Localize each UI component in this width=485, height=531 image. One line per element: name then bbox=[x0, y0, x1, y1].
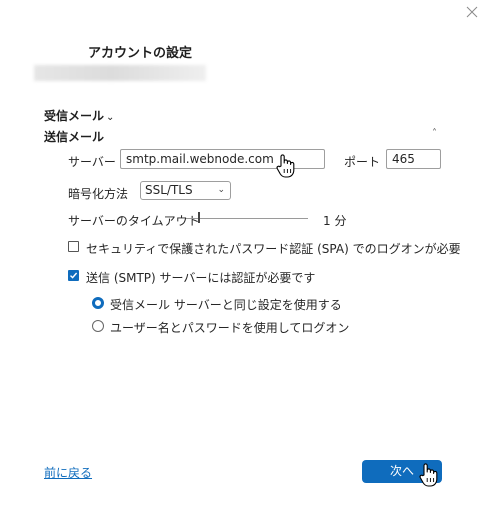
radio-same-as-incoming-row[interactable]: 受信メール サーバーと同じ設定を使用する bbox=[92, 296, 352, 312]
encryption-selected-value: SSL/TLS bbox=[145, 183, 193, 197]
dialog-title: アカウントの設定 bbox=[87, 46, 192, 61]
radio-same-as-incoming[interactable] bbox=[92, 297, 104, 309]
port-input[interactable]: 465 bbox=[386, 149, 441, 169]
smtp-auth-checkbox-row[interactable]: 送信 (SMTP) サーバーには認証が必要です bbox=[68, 269, 368, 285]
chevron-down-icon: ⌄ bbox=[106, 112, 115, 123]
server-input[interactable]: smtp.mail.webnode.com bbox=[120, 149, 325, 169]
next-button[interactable]: 次へ bbox=[362, 460, 442, 483]
incoming-mail-label: 受信メール bbox=[44, 109, 105, 123]
timeout-value: 1 分 bbox=[323, 214, 347, 228]
incoming-mail-section-toggle[interactable]: 受信メール ⌄ bbox=[44, 107, 114, 124]
spa-label: セキュリティで保護されたパスワード認証 (SPA) でのログオンが必要 bbox=[86, 242, 461, 256]
smtp-auth-label: 送信 (SMTP) サーバーには認証が必要です bbox=[86, 271, 316, 285]
radio-username-password-row[interactable]: ユーザー名とパスワードを使用してログオン bbox=[92, 319, 352, 335]
timeout-label: サーバーのタイムアウト bbox=[68, 214, 200, 228]
redacted-email-address bbox=[34, 65, 206, 81]
outgoing-mail-label: 送信メール bbox=[44, 130, 105, 144]
radio-username-password-label: ユーザー名とパスワードを使用してログオン bbox=[110, 321, 350, 335]
port-label: ポート bbox=[344, 155, 381, 169]
radio-username-password[interactable] bbox=[92, 320, 104, 332]
server-label: サーバー bbox=[68, 155, 116, 169]
back-link[interactable]: 前に戻る bbox=[44, 464, 92, 481]
slider-track bbox=[186, 218, 308, 219]
radio-same-as-incoming-label: 受信メール サーバーと同じ設定を使用する bbox=[110, 298, 342, 312]
encryption-select[interactable]: SSL/TLS ⌄ bbox=[140, 181, 231, 200]
spa-checkbox[interactable] bbox=[68, 241, 79, 252]
timeout-slider[interactable] bbox=[186, 211, 310, 225]
chevron-up-icon[interactable]: ˄ bbox=[432, 128, 437, 139]
close-button[interactable] bbox=[464, 4, 480, 20]
spa-checkbox-row[interactable]: セキュリティで保護されたパスワード認証 (SPA) でのログオンが必要 bbox=[68, 240, 461, 256]
encryption-label: 暗号化方法 bbox=[68, 187, 129, 201]
checkmark-icon bbox=[70, 272, 78, 279]
chevron-down-icon: ⌄ bbox=[217, 185, 225, 195]
close-icon bbox=[466, 6, 478, 18]
smtp-auth-checkbox[interactable] bbox=[68, 270, 79, 281]
slider-thumb[interactable] bbox=[198, 212, 200, 223]
